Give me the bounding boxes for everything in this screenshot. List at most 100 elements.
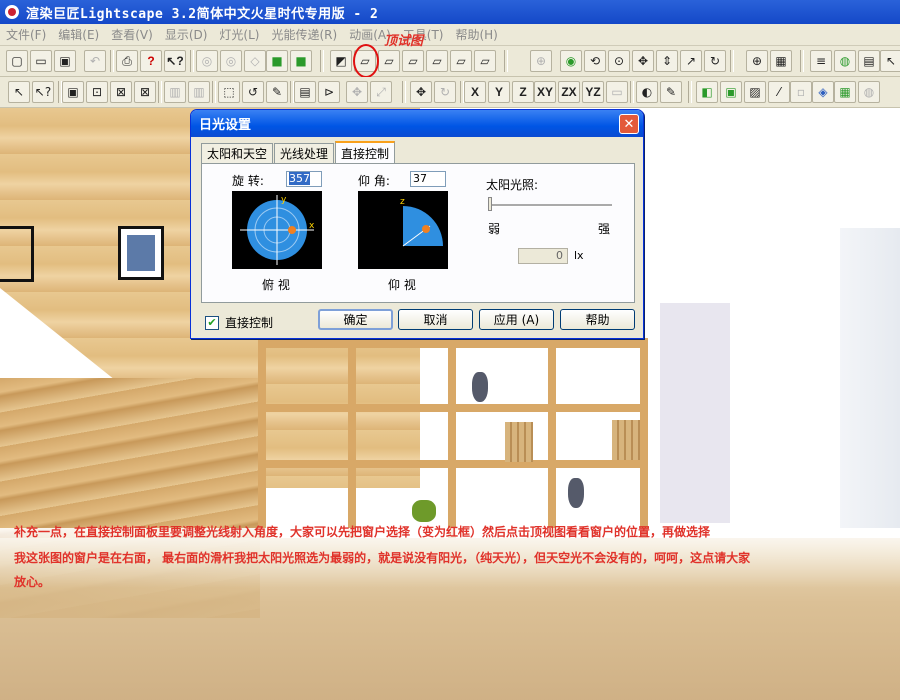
print-icon[interactable]: ⎙ — [116, 50, 138, 72]
surface-icon[interactable]: ◧ — [696, 81, 718, 103]
annotation-top-view: 顶试图 — [384, 34, 424, 49]
material-icon[interactable]: ◐ — [636, 81, 658, 103]
close-icon[interactable]: ✕ — [619, 114, 639, 134]
context-help-icon[interactable]: ↖? — [164, 50, 186, 72]
axis-z-button[interactable]: Z — [512, 81, 534, 103]
dolly-icon[interactable]: ⇕ — [656, 50, 678, 72]
zoom-icon[interactable]: ⊙ — [608, 50, 630, 72]
render-icon[interactable]: ◍ — [858, 81, 880, 103]
top-view-widget[interactable]: y x — [232, 191, 322, 269]
copy-icon[interactable]: ▥ — [164, 81, 186, 103]
filter-icon[interactable]: ⊳ — [318, 81, 340, 103]
green-cube-icon[interactable]: ■ — [266, 50, 288, 72]
weak-label: 弱 — [488, 222, 501, 236]
properties-icon[interactable]: ▤ — [858, 50, 880, 72]
shelf-post — [548, 338, 556, 538]
green-cube2-icon[interactable]: ■ — [290, 50, 312, 72]
paint-icon[interactable]: ✎ — [660, 81, 682, 103]
render-wire-icon[interactable]: ◎ — [196, 50, 218, 72]
globe-icon[interactable]: ◍ — [834, 50, 856, 72]
select-surface-icon[interactable]: ▣ — [62, 81, 84, 103]
select-edit-icon[interactable]: ✎ — [266, 81, 288, 103]
move-disabled-icon[interactable]: ✥ — [346, 81, 368, 103]
deselect-icon[interactable]: ⊠ — [110, 81, 132, 103]
bottom-view-icon[interactable]: ▱ — [474, 50, 496, 72]
zoom-extents-icon[interactable]: ▦ — [770, 50, 792, 72]
svg-text:y: y — [281, 195, 287, 205]
plane-zx-button[interactable]: ZX — [558, 81, 580, 103]
deselect-all-icon[interactable]: ⊠ — [134, 81, 156, 103]
render-shade-icon[interactable]: ◇ — [244, 50, 266, 72]
layers-icon[interactable]: ≡ — [810, 50, 832, 72]
line-icon[interactable]: ⁄ — [768, 81, 790, 103]
tab-direct-control[interactable]: 直接控制 — [335, 141, 396, 163]
walk-icon[interactable]: ↗ — [680, 50, 702, 72]
help-button[interactable]: 帮助 — [560, 309, 635, 330]
new-file-icon[interactable]: ▢ — [6, 50, 28, 72]
menu-light[interactable]: 灯光(L) — [219, 26, 259, 43]
menu-display[interactable]: 显示(D) — [165, 26, 208, 43]
render-solid-icon[interactable]: ◎ — [220, 50, 242, 72]
table-icon[interactable]: ▤ — [294, 81, 316, 103]
eye-icon[interactable]: ◉ — [560, 50, 582, 72]
texture-icon[interactable]: ▦ — [834, 81, 856, 103]
direct-control-checkbox[interactable]: ✔ 直接控制 — [205, 314, 273, 331]
sun-slider-track[interactable] — [492, 204, 612, 207]
elevation-input[interactable]: 37 — [410, 171, 446, 187]
box-icon[interactable]: ▨ — [744, 81, 766, 103]
select-rotate-icon[interactable]: ↺ — [242, 81, 264, 103]
plane-yz-button[interactable]: YZ — [582, 81, 604, 103]
menu-edit[interactable]: 编辑(E) — [58, 26, 99, 43]
front-view-icon[interactable]: ▱ — [378, 50, 400, 72]
toolbar-main: ▢ ▭ ▣ ↶ ⎙ ? ↖? ◎ ◎ ◇ ■ ■ ◩ ▱ ▱ ▱ ▱ ▱ ▱ ⊕… — [0, 46, 900, 77]
rotate-view-icon[interactable]: ↻ — [704, 50, 726, 72]
select-query-icon[interactable]: ↖? — [32, 81, 54, 103]
align-icon[interactable]: ▭ — [606, 81, 628, 103]
lux-unit: lx — [574, 249, 584, 262]
left-view-icon[interactable]: ▱ — [426, 50, 448, 72]
right-view-icon[interactable]: ▱ — [450, 50, 472, 72]
mesh-icon[interactable]: ▣ — [720, 81, 742, 103]
hidden-icon[interactable]: ▫ — [790, 81, 812, 103]
check-icon[interactable]: ✔ — [205, 315, 219, 330]
menu-radiosity[interactable]: 光能传递(R) — [271, 26, 337, 43]
rotate-input[interactable]: 357 — [286, 171, 322, 187]
axis-x-button[interactable]: X — [464, 81, 486, 103]
camera-icon[interactable]: ⊕ — [530, 50, 552, 72]
direct-control-panel: 旋 转: 357 仰 角: 37 y x 俯 视 z 仰 视 太阳光照: 弱 强… — [201, 163, 635, 303]
ok-button[interactable]: 确定 — [318, 309, 393, 330]
apply-button[interactable]: 应用 (A) — [479, 309, 554, 330]
save-icon[interactable]: ▣ — [54, 50, 76, 72]
back-view-icon[interactable]: ▱ — [402, 50, 424, 72]
axis-y-button[interactable]: Y — [488, 81, 510, 103]
tab-light-processing[interactable]: 光线处理 — [274, 143, 335, 163]
select-arrow-icon[interactable]: ↖ — [8, 81, 30, 103]
scale-disabled-icon[interactable]: ⤢ — [370, 81, 392, 103]
direct-control-label: 直接控制 — [225, 316, 274, 330]
shaded-cube-icon[interactable]: ◈ — [812, 81, 834, 103]
plane-xy-button[interactable]: XY — [534, 81, 556, 103]
tab-sun-and-sky[interactable]: 太阳和天空 — [201, 143, 274, 163]
open-folder-icon[interactable]: ▭ — [30, 50, 52, 72]
pan-icon[interactable]: ✥ — [632, 50, 654, 72]
orbit-icon[interactable]: ⟲ — [584, 50, 606, 72]
sun-slider-thumb[interactable] — [488, 197, 492, 211]
perspective-view-icon[interactable]: ◩ — [330, 50, 352, 72]
menu-help[interactable]: 帮助(H) — [455, 26, 497, 43]
menu-file[interactable]: 文件(F) — [6, 26, 46, 43]
help-icon[interactable]: ? — [140, 50, 162, 72]
shelf-post — [348, 338, 356, 538]
select-window-icon[interactable]: ⬚ — [218, 81, 240, 103]
rotate-icon[interactable]: ↻ — [434, 81, 456, 103]
title-bar: 渲染巨匠Lightscape 3.2简体中文火星时代专用版 - 2 — [0, 0, 900, 24]
paste-icon[interactable]: ▥ — [188, 81, 210, 103]
cancel-button[interactable]: 取消 — [398, 309, 473, 330]
move-icon[interactable]: ✥ — [410, 81, 432, 103]
undo-icon[interactable]: ↶ — [84, 50, 106, 72]
select-zoom-icon[interactable]: ⊡ — [86, 81, 108, 103]
elevation-view-widget[interactable]: z — [358, 191, 448, 269]
top-view-highlight — [353, 44, 379, 78]
zoom-window-icon[interactable]: ⊕ — [746, 50, 768, 72]
pointer-tool-icon[interactable]: ↖ — [880, 50, 900, 72]
menu-view[interactable]: 查看(V) — [111, 26, 153, 43]
